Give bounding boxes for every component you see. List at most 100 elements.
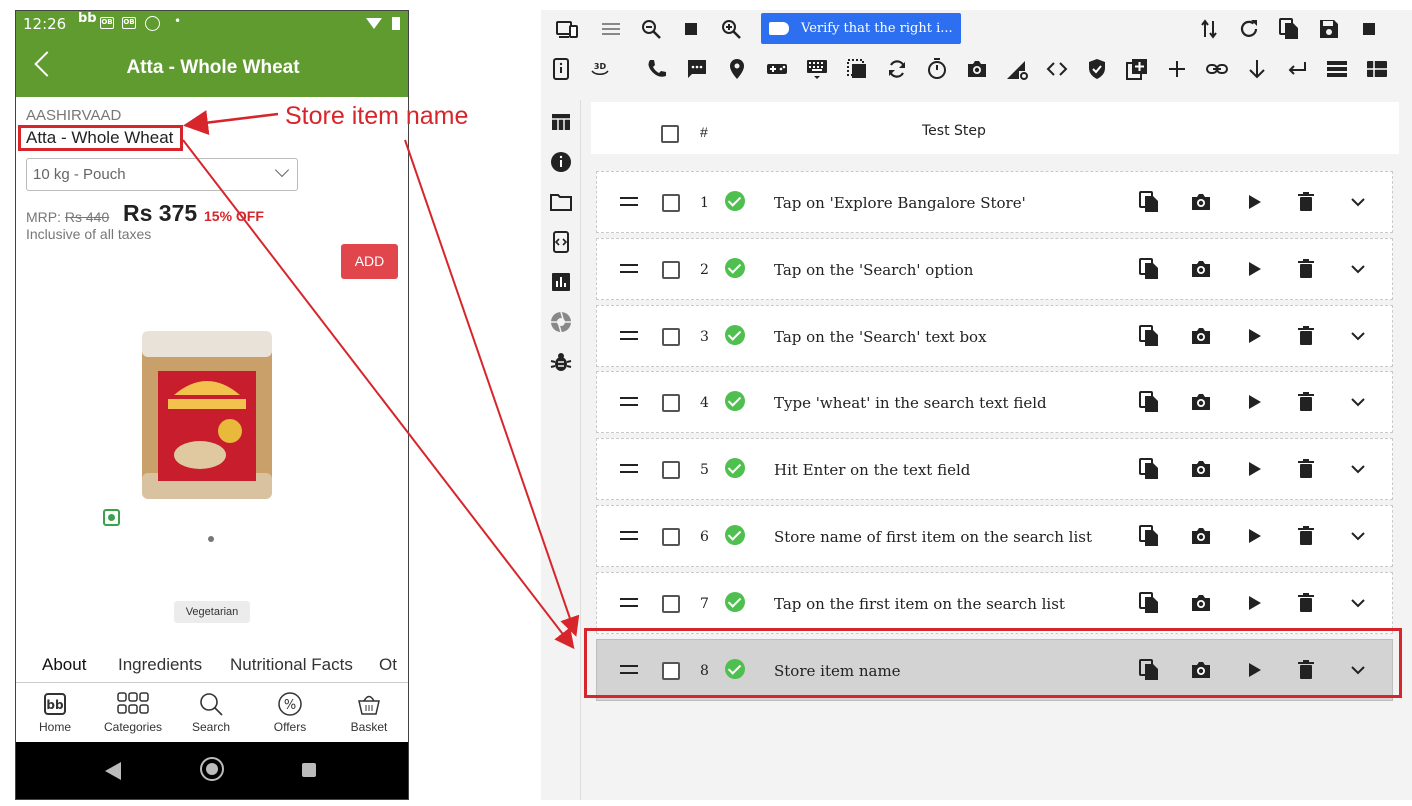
step-text[interactable]: Type 'wheat' in the search text field [774, 394, 1047, 412]
drag-handle-icon[interactable] [620, 397, 638, 407]
table-view-icon[interactable] [1365, 57, 1389, 81]
step-checkbox[interactable] [662, 194, 680, 212]
menu-icon[interactable] [599, 17, 623, 41]
zoom-in-icon[interactable] [719, 17, 743, 41]
step-row[interactable]: 2 Tap on the 'Search' option [596, 237, 1393, 300]
camera-icon[interactable] [1189, 324, 1213, 348]
delete-icon[interactable] [1294, 257, 1318, 281]
step-row[interactable]: 6 Store name of first item on the search … [596, 505, 1393, 567]
play-icon[interactable] [1242, 390, 1266, 414]
keyboard-icon[interactable] [805, 57, 829, 81]
step-text[interactable]: Tap on 'Explore Bangalore Store' [774, 194, 1026, 212]
bug-icon[interactable] [549, 350, 573, 374]
step-text[interactable]: Tap on the 'Search' option [774, 261, 973, 279]
step-text[interactable]: Store name of first item on the search l… [774, 528, 1092, 546]
copy-icon[interactable] [1137, 190, 1161, 214]
selection-icon[interactable] [845, 57, 869, 81]
step-text[interactable]: Tap on the 'Search' text box [774, 328, 987, 346]
return-icon[interactable] [1285, 57, 1309, 81]
stop-icon[interactable] [679, 17, 703, 41]
tab-ingredients[interactable]: Ingredients [118, 655, 202, 675]
step-text[interactable]: Tap on the first item on the search list [774, 595, 1065, 613]
tab-about[interactable]: About [42, 655, 86, 675]
nav-offers[interactable]: % Offers [254, 691, 326, 734]
nav-search[interactable]: Search [175, 691, 247, 734]
drag-handle-icon[interactable] [620, 531, 638, 540]
shield-check-icon[interactable] [1085, 57, 1109, 81]
system-back-icon[interactable] [105, 762, 121, 780]
camera-icon[interactable] [1189, 524, 1213, 548]
add-to-basket-button[interactable]: ADD [341, 244, 398, 279]
copy-icon[interactable] [1277, 17, 1301, 41]
device-code-icon[interactable] [549, 230, 573, 254]
expand-icon[interactable] [1346, 390, 1370, 414]
rotate-icon[interactable] [885, 57, 909, 81]
step-row[interactable]: 3 Tap on the 'Search' text box [596, 304, 1393, 367]
delete-icon[interactable] [1294, 591, 1318, 615]
camera-icon[interactable] [965, 57, 989, 81]
aperture-icon[interactable] [549, 310, 573, 334]
nav-home[interactable]: bb Home [19, 691, 91, 734]
camera-icon[interactable] [1189, 457, 1213, 481]
copy-icon[interactable] [1137, 591, 1161, 615]
nav-basket[interactable]: Basket [333, 691, 405, 734]
select-all-checkbox[interactable] [661, 125, 679, 143]
expand-icon[interactable] [1346, 524, 1370, 548]
step-row[interactable]: 5 Hit Enter on the text field [596, 438, 1393, 501]
refresh-icon[interactable] [1237, 17, 1261, 41]
expand-icon[interactable] [1346, 457, 1370, 481]
sort-arrows-icon[interactable] [1197, 17, 1221, 41]
3d-rotate-icon[interactable]: 3D [588, 57, 612, 81]
report-chart-icon[interactable] [549, 270, 573, 294]
stop-square-icon[interactable] [1357, 17, 1381, 41]
camera-icon[interactable] [1189, 591, 1213, 615]
step-checkbox[interactable] [662, 394, 680, 413]
step-checkbox[interactable] [662, 327, 680, 346]
plus-icon[interactable] [1165, 57, 1189, 81]
play-icon[interactable] [1242, 524, 1266, 548]
delete-icon[interactable] [1294, 390, 1318, 414]
delete-icon[interactable] [1294, 524, 1318, 548]
system-recents-icon[interactable] [302, 763, 316, 777]
pack-size-select[interactable]: 10 kg - Pouch [26, 158, 298, 191]
step-checkbox[interactable] [662, 528, 680, 546]
delete-icon[interactable] [1294, 324, 1318, 348]
step-row[interactable]: 7 Tap on the first item on the search lis… [596, 571, 1393, 634]
tab-other[interactable]: Ot [379, 655, 397, 675]
tab-nutritional-facts[interactable]: Nutritional Facts [230, 655, 353, 675]
drag-handle-icon[interactable] [620, 597, 638, 607]
folder-icon[interactable] [549, 190, 573, 214]
step-row[interactable]: 1 Tap on 'Explore Bangalore Store' [596, 171, 1393, 233]
gamepad-icon[interactable] [765, 57, 789, 81]
list-view-icon[interactable] [1325, 57, 1349, 81]
table-icon[interactable] [549, 110, 573, 134]
play-icon[interactable] [1242, 190, 1266, 214]
step-row[interactable]: 4 Type 'wheat' in the search text field [596, 371, 1393, 434]
expand-icon[interactable] [1346, 257, 1370, 281]
play-icon[interactable] [1242, 457, 1266, 481]
step-checkbox[interactable] [662, 260, 680, 279]
zoom-out-icon[interactable] [639, 17, 663, 41]
arrow-down-icon[interactable] [1245, 57, 1269, 81]
expand-icon[interactable] [1346, 591, 1370, 615]
play-icon[interactable] [1242, 324, 1266, 348]
drag-handle-icon[interactable] [620, 263, 638, 273]
expand-icon[interactable] [1346, 190, 1370, 214]
copy-icon[interactable] [1137, 257, 1161, 281]
copy-icon[interactable] [1137, 324, 1161, 348]
step-checkbox[interactable] [662, 594, 680, 613]
link-icon[interactable] [1205, 57, 1229, 81]
drag-handle-icon[interactable] [620, 197, 638, 206]
play-icon[interactable] [1242, 591, 1266, 615]
camera-icon[interactable] [1189, 190, 1213, 214]
nav-categories[interactable]: Categories [97, 691, 169, 734]
code-icon[interactable] [1045, 57, 1069, 81]
step-checkbox[interactable] [662, 461, 680, 480]
system-home-icon[interactable] [200, 757, 224, 781]
step-text[interactable]: Hit Enter on the text field [774, 461, 970, 479]
test-step-title-input[interactable]: Verify that the right i... [761, 13, 961, 44]
phone-call-icon[interactable] [645, 57, 669, 81]
sms-icon[interactable] [685, 57, 709, 81]
add-step-icon[interactable] [1125, 57, 1149, 81]
location-pin-icon[interactable] [725, 57, 749, 81]
